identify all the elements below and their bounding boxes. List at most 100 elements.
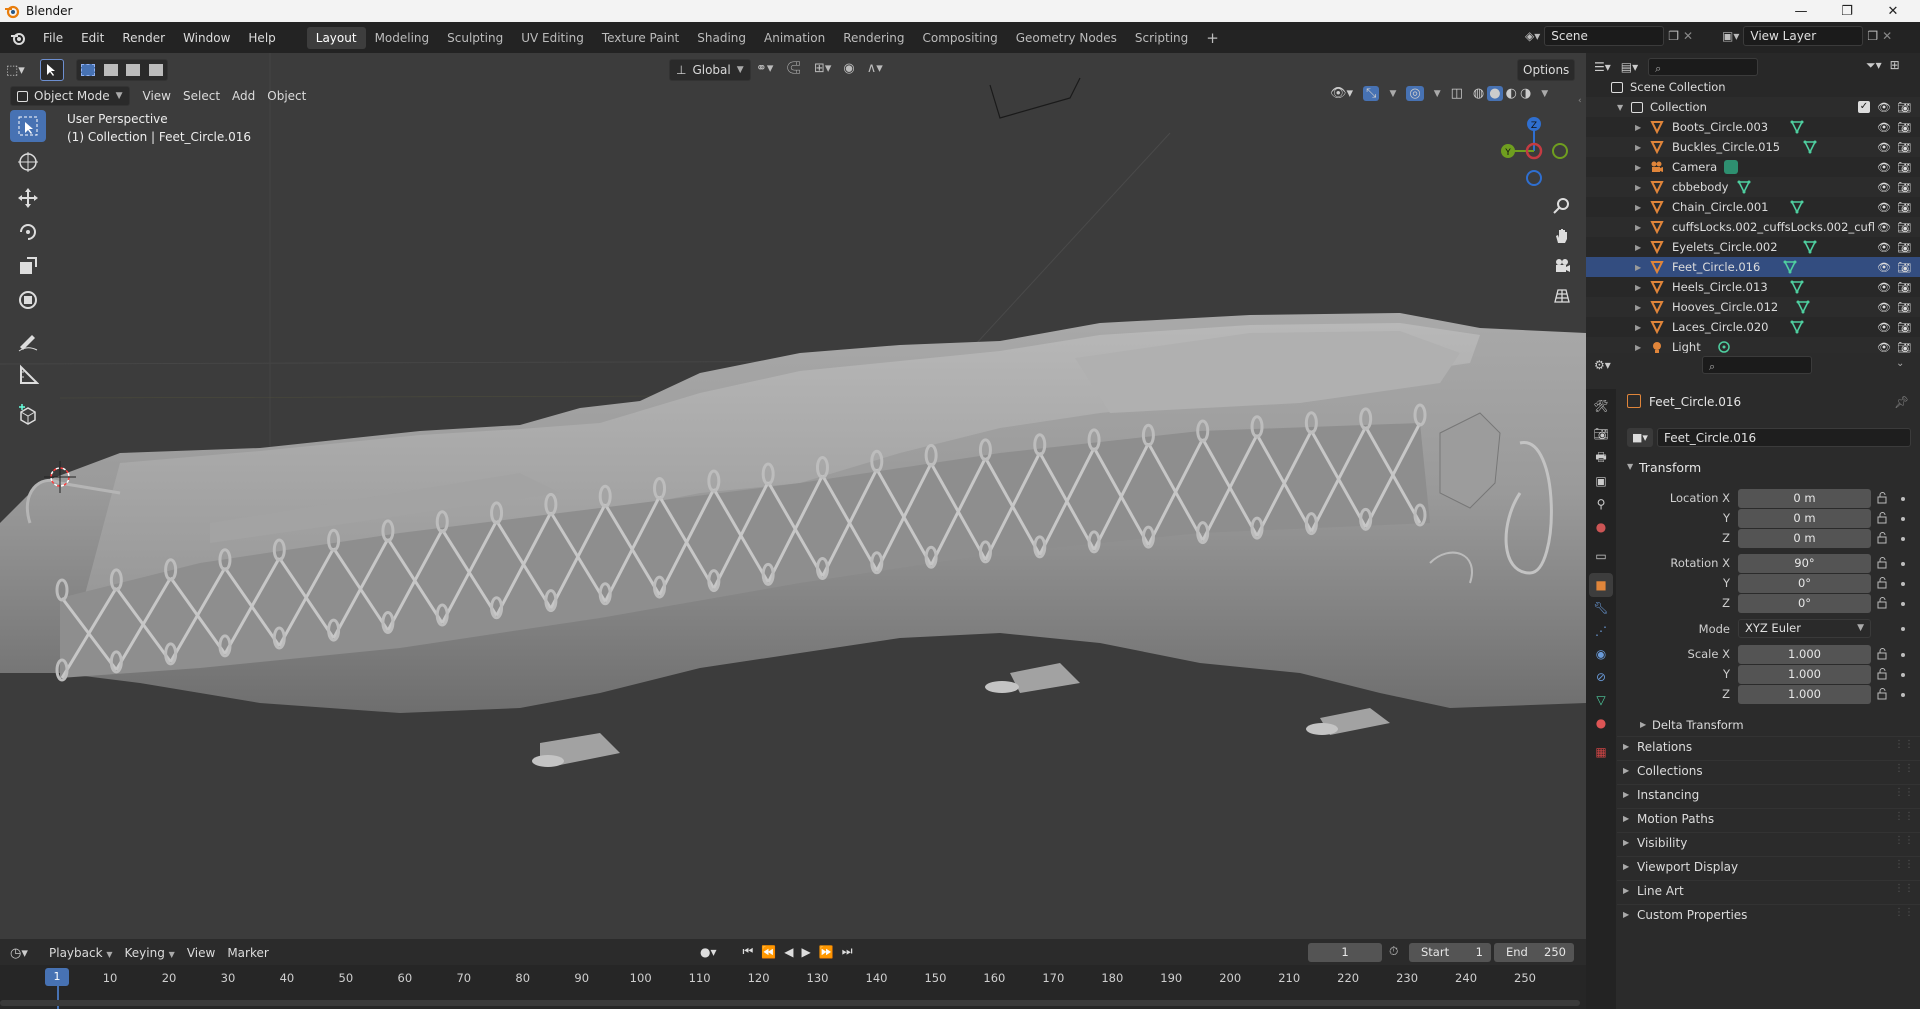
tab-uv-editing[interactable]: UV Editing (512, 27, 593, 49)
tab-scripting[interactable]: Scripting (1126, 27, 1197, 49)
3d-viewport[interactable]: ⬚▾ ⊥ Global ▼ ⚭▾ 🧲︎ ⊞▾ ◉ ∧▾ Options Obje… (0, 53, 1586, 939)
lock-icon[interactable] (1877, 532, 1889, 544)
menu-render[interactable]: Render (113, 27, 174, 49)
menu-window[interactable]: Window (174, 27, 239, 49)
render-camera-icon[interactable]: 📷︎ (1897, 241, 1911, 254)
jump-start-icon[interactable]: ⏮ (743, 944, 754, 959)
visibility-icon[interactable]: 👁︎▾ (1330, 86, 1353, 101)
panel-viewport-display[interactable]: ▶ Viewport Display ⋮⋮ (1617, 856, 1920, 878)
annotate-tool-button[interactable] (10, 325, 46, 357)
menu-file[interactable]: File (34, 27, 72, 49)
outliner-row-hooves-circle-012[interactable]: ▶ Hooves_Circle.012 👁︎ 📷︎ (1586, 297, 1920, 317)
render-camera-icon[interactable]: 📷︎ (1897, 261, 1911, 274)
play-reverse-icon[interactable]: ◀ (784, 945, 793, 959)
expand-triangle-icon[interactable]: ▶ (1635, 243, 1641, 252)
navigation-gizmo[interactable]: Z Y (1490, 106, 1580, 206)
transform-orientation-dropdown[interactable]: ⊥ Global ▼ (669, 59, 751, 81)
outliner-row-feet-circle-016[interactable]: ▶ Feet_Circle.016 👁︎ 📷︎ (1586, 257, 1920, 277)
object-name-field[interactable]: Feet_Circle.016 (1657, 428, 1911, 447)
expand-triangle-icon[interactable]: ▶ (1635, 303, 1641, 312)
snap-target-icon[interactable]: ⊞▾ (814, 61, 831, 76)
tab-sculpting[interactable]: Sculpting (438, 27, 512, 49)
timeline-menu-playback[interactable]: Playback ▼ (44, 943, 118, 963)
view-layer-field[interactable]: View Layer (1743, 26, 1864, 46)
tab-texture-paint[interactable]: Texture Paint (593, 27, 688, 49)
delta-transform-subpanel[interactable]: Delta Transform (1652, 718, 1744, 732)
zoom-icon[interactable] (1548, 193, 1576, 219)
expand-triangle-icon[interactable]: ▶ (1635, 283, 1641, 292)
render-camera-icon[interactable]: 📷︎ (1897, 101, 1911, 114)
new-collection-icon[interactable]: ⊞ (1890, 58, 1900, 73)
outliner-search-input[interactable]: ⌕ (1648, 58, 1759, 76)
tab-physics[interactable]: ◉ (1589, 642, 1613, 666)
drag-handle-icon[interactable]: ⋮⋮ (1894, 859, 1914, 870)
mesh-data-icon[interactable] (1796, 300, 1810, 314)
expand-triangle-icon[interactable]: ▶ (1635, 143, 1641, 152)
keyframe-dot-icon[interactable] (1901, 693, 1905, 697)
new-scene-icon[interactable]: ❐ (1668, 29, 1679, 43)
drag-handle-icon[interactable]: ⋮⋮ (1894, 787, 1914, 798)
rotation-z-field[interactable]: 0° (1738, 594, 1871, 613)
mesh-data-icon[interactable] (1790, 280, 1804, 294)
outliner-editor-type-icon[interactable]: ☰▾ (1594, 60, 1611, 74)
timeline-menu-marker[interactable]: Marker (222, 943, 273, 963)
tab-layout[interactable]: Layout (306, 26, 366, 49)
mesh-data-icon[interactable] (1790, 200, 1804, 214)
timeline-editor-type-icon[interactable]: ◷▾ (10, 946, 42, 961)
viewport-menu-select[interactable]: Select (178, 86, 225, 106)
proportional-edit-icon[interactable]: ◉ (843, 61, 854, 76)
jump-keyframe-back-icon[interactable]: ⏪ (761, 945, 776, 959)
rotation-x-field[interactable]: 90° (1738, 554, 1871, 573)
eye-icon[interactable]: 👁︎ (1877, 101, 1891, 114)
new-view-layer-icon[interactable]: ❐ (1867, 29, 1878, 43)
eye-icon[interactable]: 👁︎ (1877, 321, 1891, 334)
outliner-row-eyelets-circle-002[interactable]: ▶ Eyelets_Circle.002 👁︎ 📷︎ (1586, 237, 1920, 257)
panel-motion-paths[interactable]: ▶ Motion Paths ⋮⋮ (1617, 808, 1920, 830)
scale-y-field[interactable]: 1.000 (1738, 665, 1871, 684)
outliner-row-collection[interactable]: ▼ Collection ✓ 👁︎ 📷︎ (1586, 97, 1920, 117)
expand-triangle-icon[interactable]: ▶ (1635, 323, 1641, 332)
panel-instancing[interactable]: ▶ Instancing ⋮⋮ (1617, 784, 1920, 806)
viewport-menu-object[interactable]: Object (262, 86, 311, 106)
lock-icon[interactable] (1877, 577, 1889, 589)
lock-icon[interactable] (1877, 492, 1889, 504)
tab-constraints[interactable]: ⊘ (1589, 665, 1613, 689)
close-button[interactable]: ✕ (1870, 0, 1916, 22)
maximize-button[interactable]: ❐ (1824, 0, 1870, 22)
mesh-data-icon[interactable] (1790, 120, 1804, 134)
tab-geometry-nodes[interactable]: Geometry Nodes (1007, 27, 1126, 49)
render-camera-icon[interactable]: 📷︎ (1897, 341, 1911, 354)
properties-search-input[interactable]: ⌕ (1702, 356, 1812, 374)
minimize-button[interactable]: — (1778, 0, 1824, 22)
measure-tool-button[interactable] (10, 359, 46, 391)
panel-collections[interactable]: ▶ Collections ⋮⋮ (1617, 760, 1920, 782)
material-shading-icon[interactable]: ◐ (1506, 86, 1517, 101)
drag-handle-icon[interactable]: ⋮⋮ (1894, 763, 1914, 774)
end-frame-field[interactable]: End 250 (1494, 943, 1574, 962)
tab-texture[interactable]: ▦ (1589, 740, 1613, 764)
location-y-field[interactable]: 0 m (1738, 509, 1871, 528)
render-camera-icon[interactable]: 📷︎ (1897, 301, 1911, 314)
object-browse-icon[interactable]: ■▾ (1627, 428, 1653, 447)
location-z-field[interactable]: 0 m (1738, 529, 1871, 548)
scene-name-field[interactable]: Scene (1544, 26, 1665, 46)
menu-edit[interactable]: Edit (72, 27, 113, 49)
render-camera-icon[interactable]: 📷︎ (1897, 221, 1911, 234)
outliner-row-camera[interactable]: ▶ Camera 👁︎ 📷︎ (1586, 157, 1920, 177)
select-mode-icon[interactable] (40, 59, 64, 81)
drag-handle-icon[interactable]: ⋮⋮ (1894, 907, 1914, 918)
move-tool-button[interactable] (10, 182, 46, 214)
keyframe-dot-icon[interactable] (1901, 653, 1905, 657)
tab-compositing[interactable]: Compositing (913, 27, 1006, 49)
mesh-data-icon[interactable] (1790, 320, 1804, 334)
render-camera-icon[interactable]: 📷︎ (1897, 121, 1911, 134)
outliner-row-light[interactable]: ▶ Light 👁︎ 📷︎ (1586, 337, 1920, 353)
keyframe-dot-icon[interactable] (1901, 517, 1905, 521)
tab-scene[interactable]: ⚲ (1589, 492, 1613, 516)
delete-view-layer-icon[interactable]: ✕ (1882, 29, 1892, 43)
chevron-down-icon[interactable]: ▼ (1389, 89, 1396, 99)
drag-handle-icon[interactable]: ⋮⋮ (1894, 739, 1914, 750)
drag-handle-icon[interactable]: ⋮⋮ (1894, 835, 1914, 846)
scene-icon[interactable]: ◈▾ (1525, 29, 1540, 43)
start-frame-field[interactable]: Start 1 (1409, 943, 1491, 962)
